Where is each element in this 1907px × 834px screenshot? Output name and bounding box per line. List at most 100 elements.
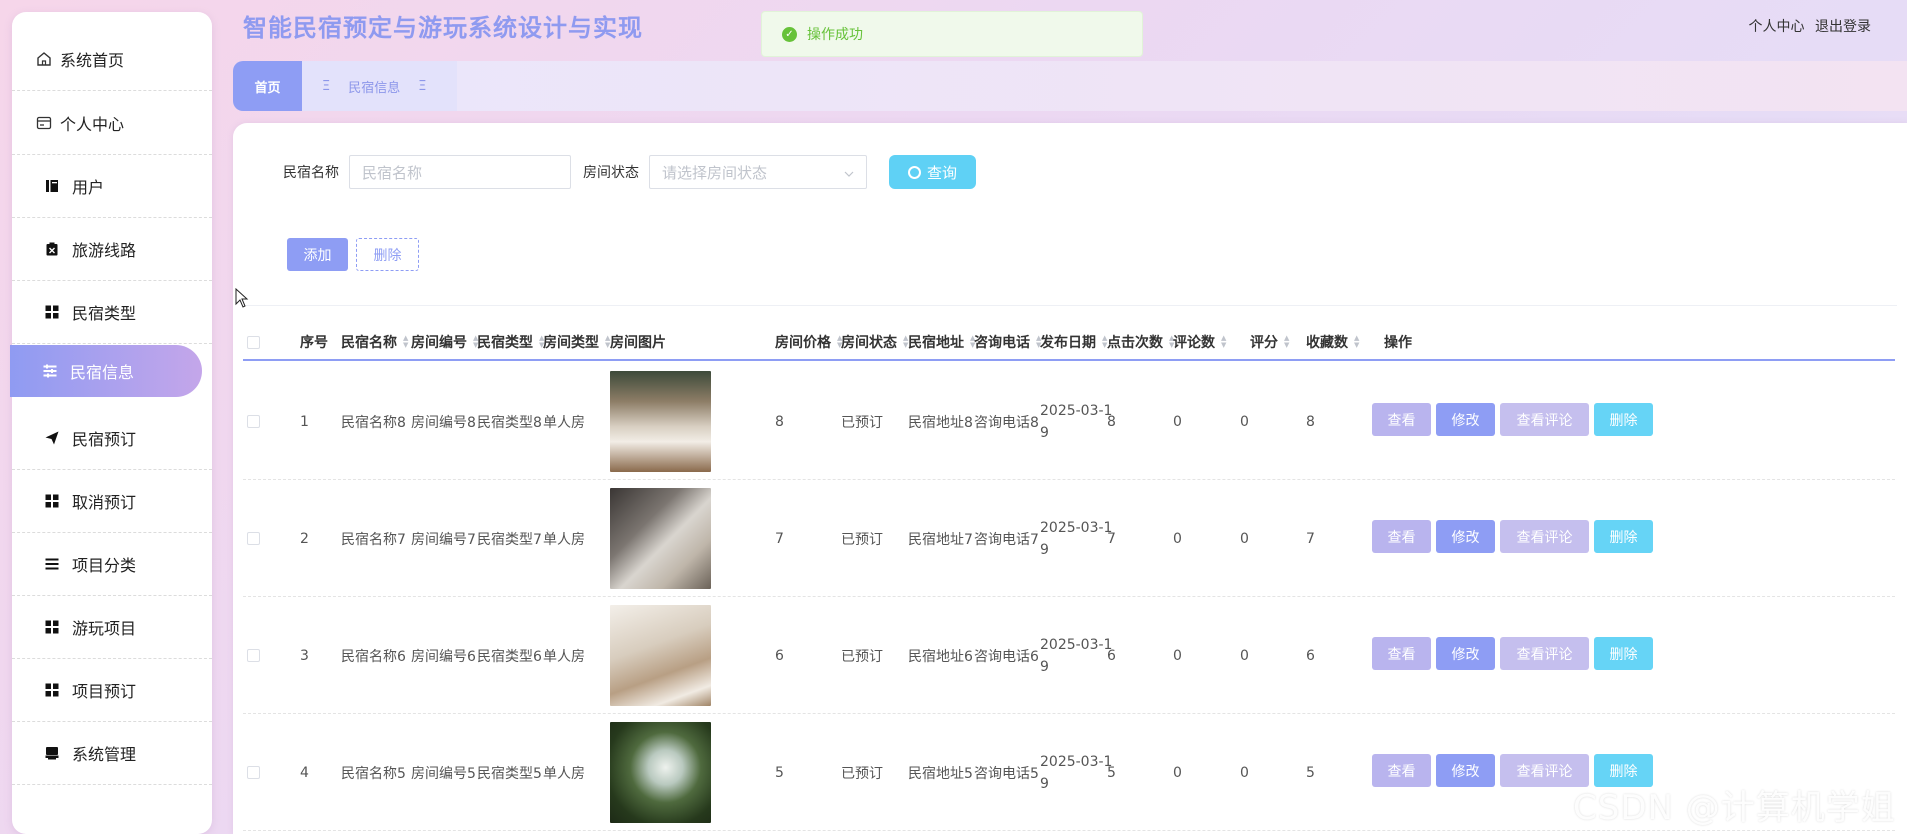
cell-comments: 0	[1173, 764, 1182, 781]
cell-name: 民宿名称5	[341, 765, 406, 782]
view-button[interactable]: 查看	[1372, 754, 1431, 787]
sidebar-item-label: 取消预订	[72, 493, 137, 512]
add-button[interactable]: 添加	[287, 238, 348, 271]
delete-button[interactable]: 删除	[356, 238, 419, 271]
menu-glyph-icon: Ξ	[418, 78, 427, 94]
cell-favorites: 7	[1306, 530, 1315, 547]
sidebar-item-label: 旅游线路	[72, 241, 137, 260]
sidebar-item-homestay-types[interactable]: 民宿类型	[12, 281, 212, 344]
col-score[interactable]: 评分 ▲ ▼	[1250, 323, 1289, 361]
room-photo-canopy-bed[interactable]	[610, 605, 711, 706]
view-button[interactable]: 查看	[1372, 637, 1431, 670]
tab-label: 民宿信息	[348, 80, 401, 96]
view-button[interactable]: 查看	[1372, 403, 1431, 436]
sidebar-item-profile[interactable]: 个人中心	[12, 92, 212, 155]
cell-photo[interactable]	[610, 714, 711, 831]
view-button[interactable]: 查看	[1372, 520, 1431, 553]
cell-index: 3	[300, 647, 309, 664]
cell-photo[interactable]	[610, 597, 711, 714]
col-status[interactable]: 房间状态 ▲ ▼	[841, 323, 908, 361]
col-room-no[interactable]: 房间编号 ▲ ▼	[411, 323, 478, 361]
name-placeholder: 民宿名称	[362, 163, 423, 182]
col-name[interactable]: 民宿名称 ▲ ▼	[341, 323, 408, 361]
name-search-input[interactable]: 民宿名称	[349, 155, 571, 189]
chevron-down-icon	[844, 163, 854, 181]
list-icon	[42, 554, 62, 574]
col-type[interactable]: 民宿类型 ▲ ▼	[477, 323, 544, 361]
user-center-link[interactable]: 个人中心	[1749, 19, 1805, 35]
sidebar-item-homestay-info[interactable]: 民宿信息	[10, 345, 202, 397]
room-photo-loft[interactable]	[610, 488, 711, 589]
cell-price: 8	[775, 413, 784, 430]
cell-photo[interactable]	[610, 363, 711, 480]
sidebar-item-system-management[interactable]: 系统管理	[12, 722, 212, 785]
search-form: 民宿名称 民宿名称 房间状态 请选择房间状态 查询	[283, 155, 976, 189]
row-checkbox[interactable]	[247, 363, 260, 480]
table-row: 1 民宿名称8 房间编号8 民宿类型8 单人房 8 已预订 民宿地址8 咨询电话…	[243, 363, 1895, 480]
query-button[interactable]: 查询	[889, 155, 976, 189]
sidebar-item-home[interactable]: 系统首页	[12, 28, 212, 91]
cell-room-type: 单人房	[543, 414, 585, 431]
sidebar-item-play-projects[interactable]: 游玩项目	[12, 596, 212, 659]
row-checkbox[interactable]	[247, 714, 260, 831]
sidebar-item-label: 系统首页	[60, 51, 125, 70]
cell-room-type: 单人房	[543, 531, 585, 548]
sidebar-item-project-categories[interactable]: 项目分类	[12, 533, 212, 596]
watermark: CSDN @计算机学姐	[1573, 788, 1896, 828]
list-icon	[40, 361, 60, 381]
row-delete-button[interactable]: 删除	[1594, 637, 1653, 670]
cell-type: 民宿类型6	[477, 648, 542, 665]
view-comments-button[interactable]: 查看评论	[1500, 520, 1589, 553]
sidebar-item-project-booking[interactable]: 项目预订	[12, 659, 212, 722]
row-delete-button[interactable]: 删除	[1594, 403, 1653, 436]
sidebar-item-users[interactable]: 用户	[12, 155, 212, 218]
tab-home[interactable]: 首页	[233, 61, 302, 111]
view-comments-button[interactable]: 查看评论	[1500, 637, 1589, 670]
status-label: 房间状态	[583, 165, 639, 181]
row-checkbox[interactable]	[247, 480, 260, 597]
cell-address: 民宿地址6	[908, 648, 973, 665]
cell-favorites: 8	[1306, 413, 1315, 430]
status-select[interactable]: 请选择房间状态	[649, 155, 867, 189]
col-price[interactable]: 房间价格 ▲ ▼	[775, 323, 842, 361]
mouse-cursor-icon	[235, 287, 249, 312]
col-phone[interactable]: 咨询电话 ▲ ▼	[974, 323, 1041, 361]
room-photo-dome-tent[interactable]	[610, 722, 711, 823]
cell-name: 民宿名称6	[341, 648, 406, 665]
edit-button[interactable]: 修改	[1436, 754, 1495, 787]
row-checkbox[interactable]	[247, 597, 260, 714]
status-placeholder: 请选择房间状态	[662, 163, 768, 182]
sidebar-item-label: 民宿预订	[72, 430, 137, 449]
success-toast: ✓ 操作成功	[761, 11, 1143, 57]
edit-button[interactable]: 修改	[1436, 403, 1495, 436]
col-date[interactable]: 发布日期 ▲ ▼	[1040, 323, 1107, 361]
tab-homestay-info[interactable]: Ξ 民宿信息 Ξ	[302, 61, 457, 111]
cell-date: 2025-03-19	[1040, 753, 1113, 792]
cell-phone: 咨询电话8	[974, 414, 1039, 431]
col-address[interactable]: 民宿地址 ▲ ▼	[908, 323, 975, 361]
col-clicks[interactable]: 点击次数 ▲ ▼	[1107, 323, 1174, 361]
printer-icon	[42, 743, 62, 763]
logout-link[interactable]: 退出登录	[1815, 19, 1871, 35]
menu-glyph-icon: Ξ	[322, 78, 331, 94]
edit-button[interactable]: 修改	[1436, 637, 1495, 670]
col-favorites[interactable]: 收藏数 ▲ ▼	[1306, 323, 1359, 361]
row-delete-button[interactable]: 删除	[1594, 520, 1653, 553]
view-comments-button[interactable]: 查看评论	[1500, 403, 1589, 436]
sidebar-item-travel-routes[interactable]: 旅游线路	[12, 218, 212, 281]
cell-type: 民宿类型8	[477, 414, 542, 431]
cell-address: 民宿地址7	[908, 531, 973, 548]
sidebar-item-homestay-booking[interactable]: 民宿预订	[12, 407, 212, 470]
cell-phone: 咨询电话5	[974, 765, 1039, 782]
app-title: 智能民宿预定与游玩系统设计与实现	[243, 14, 643, 42]
cell-phone: 咨询电话7	[974, 531, 1039, 548]
sidebar-item-cancel-booking[interactable]: 取消预订	[12, 470, 212, 533]
sort-icon: ▲ ▼	[1354, 334, 1360, 349]
cell-status: 已预订	[841, 648, 883, 665]
select-all-checkbox[interactable]	[247, 323, 260, 361]
edit-button[interactable]: 修改	[1436, 520, 1495, 553]
col-comments[interactable]: 评论数 ▲ ▼	[1173, 323, 1226, 361]
col-room-type[interactable]: 房间类型 ▲ ▼	[543, 323, 610, 361]
cell-photo[interactable]	[610, 480, 711, 597]
room-photo-bedroom[interactable]	[610, 371, 711, 472]
